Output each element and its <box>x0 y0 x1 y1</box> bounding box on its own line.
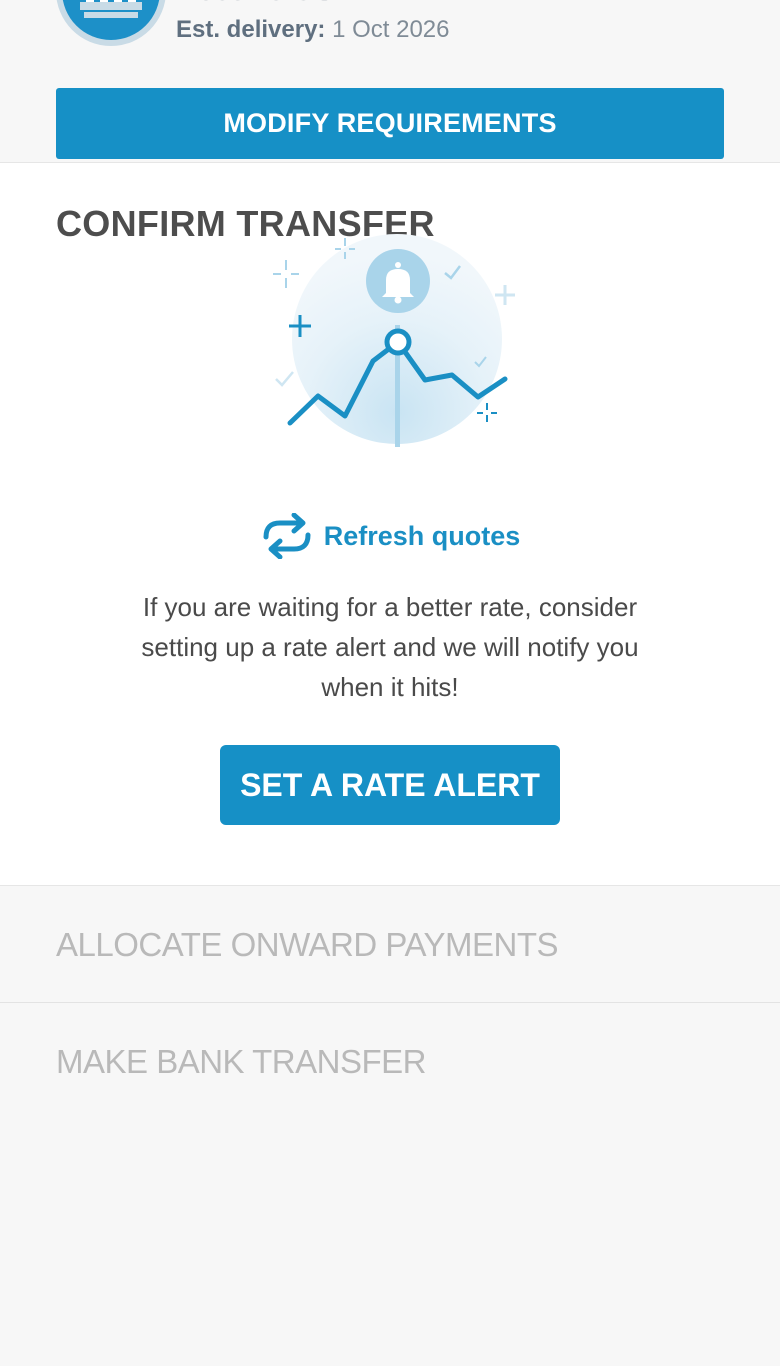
est-delivery: Est. delivery: 1 Oct 2026 <box>176 16 450 44</box>
est-delivery-value: 1 Oct 2026 <box>332 16 450 43</box>
refresh-quotes-link[interactable]: Refresh quotes <box>0 511 780 561</box>
est-delivery-label: Est. delivery: <box>176 16 326 43</box>
receive-summary: Receive USD Est. delivery: 1 Oct 2026 MO… <box>0 0 780 161</box>
bank-icon <box>56 0 166 46</box>
step-title: ALLOCATE ONWARD PAYMENTS <box>56 926 559 963</box>
receive-title: Receive USD <box>176 0 356 8</box>
step-allocate-onward-payments[interactable]: ALLOCATE ONWARD PAYMENTS <box>0 886 780 1003</box>
step-make-bank-transfer[interactable]: MAKE BANK TRANSFER <box>0 1003 780 1366</box>
rate-alert-illustration <box>273 234 515 447</box>
modify-requirements-button[interactable]: MODIFY REQUIREMENTS <box>56 88 724 159</box>
refresh-icon <box>263 513 311 559</box>
set-rate-alert-button[interactable]: SET A RATE ALERT <box>220 745 560 825</box>
refresh-quotes-label[interactable]: Refresh quotes <box>324 521 521 552</box>
confirm-transfer-section: CONFIRM TRANSFER Refresh quotes If you a… <box>0 162 780 886</box>
step-title: MAKE BANK TRANSFER <box>56 1043 426 1080</box>
rate-alert-info-text: If you are waiting for a better rate, co… <box>141 592 639 702</box>
bell-icon <box>366 249 430 313</box>
